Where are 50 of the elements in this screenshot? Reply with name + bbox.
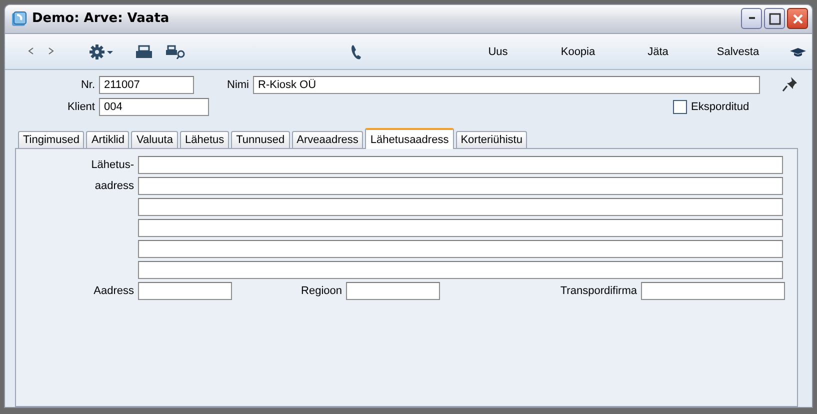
tab[interactable]: Lähetus: [180, 131, 230, 150]
name-field[interactable]: R-Kiosk OÜ: [253, 76, 760, 94]
address-line-field[interactable]: [138, 156, 783, 174]
maximize-button[interactable]: [764, 8, 785, 30]
field-label: Nimi: [226, 79, 250, 92]
address-line-field[interactable]: [138, 240, 783, 258]
address-line-field[interactable]: [138, 177, 783, 196]
checkbox-label: Eksporditud: [691, 101, 750, 114]
minimize-button[interactable]: [741, 8, 762, 30]
gear-icon[interactable]: [89, 44, 115, 60]
forward-icon[interactable]: [48, 46, 54, 55]
field-label: Klient: [66, 101, 96, 114]
window-title: Demo: Arve: Vaata: [32, 11, 170, 26]
graduation-cap-icon[interactable]: [790, 46, 806, 57]
toolbar-button[interactable]: Uus: [458, 46, 538, 58]
close-button[interactable]: [787, 8, 808, 30]
tab[interactable]: Tingimused: [18, 131, 84, 150]
field-label: Regioon: [300, 285, 343, 298]
checkbox[interactable]: [673, 100, 687, 114]
minimize-icon: [748, 17, 756, 20]
maximize-icon: [768, 12, 780, 25]
address-line-field[interactable]: [138, 198, 783, 216]
address-line-field[interactable]: [138, 261, 783, 280]
field-label: Nr.: [80, 79, 96, 92]
number-field[interactable]: 211007: [99, 76, 194, 94]
field-label: Aadress: [92, 285, 135, 298]
input-field[interactable]: [641, 282, 785, 300]
tab[interactable]: Korteriühistu: [456, 131, 528, 150]
toolbar-button[interactable]: Jäta: [618, 46, 698, 58]
client-field[interactable]: 004: [99, 98, 209, 116]
tab[interactable]: Valuuta: [131, 131, 178, 150]
back-icon[interactable]: [28, 46, 34, 55]
printer-icon[interactable]: [135, 44, 153, 59]
tab[interactable]: Artiklid: [86, 131, 130, 150]
tab[interactable]: Tunnused: [231, 131, 290, 150]
input-field[interactable]: [138, 282, 232, 300]
input-field[interactable]: [346, 282, 440, 300]
pin-icon[interactable]: [782, 76, 798, 92]
close-icon: [792, 12, 804, 25]
tab[interactable]: Lähetusaadress: [365, 128, 454, 150]
toolbar-button[interactable]: Koopia: [538, 46, 618, 58]
field-label: Transpordifirma: [559, 285, 638, 298]
toolbar-button[interactable]: Salvesta: [698, 46, 778, 58]
print-preview-icon[interactable]: [165, 44, 187, 59]
field-label: aadress: [94, 180, 135, 192]
phone-icon[interactable]: [350, 44, 362, 60]
address-line-field[interactable]: [138, 219, 783, 238]
field-label: Lähetus-: [90, 159, 135, 172]
tab[interactable]: Arveaadress: [292, 131, 364, 150]
app-icon: [11, 10, 27, 27]
